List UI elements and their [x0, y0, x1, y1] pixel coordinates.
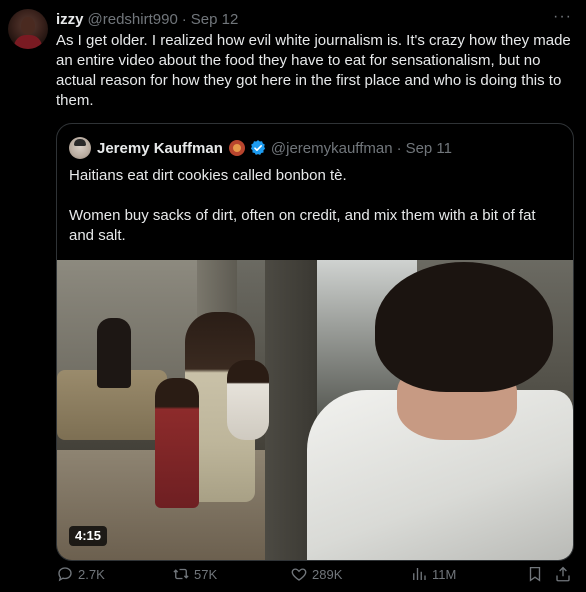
lion-badge-icon	[228, 140, 245, 156]
tweet: izzy @redshirt990 · Sep 12 ··· As I get …	[0, 0, 586, 592]
quoted-paragraph: Women buy sacks of dirt, often on credit…	[69, 207, 536, 244]
verified-badge-icon	[250, 140, 266, 155]
quoted-tweet-date[interactable]: Sep 11	[406, 140, 452, 157]
author-avatar[interactable]	[8, 9, 48, 49]
like-button[interactable]: 289K	[290, 562, 342, 586]
video-scene-background-person	[97, 318, 131, 388]
bookmark-button[interactable]	[526, 562, 548, 586]
separator-dot: ·	[181, 10, 187, 28]
like-count: 289K	[312, 566, 343, 582]
quoted-author-handle[interactable]: @jeremykauffman	[271, 140, 393, 157]
quoted-tweet-header: Jeremy Kauffman @jeremykauffman · Sep 11	[69, 137, 452, 159]
quoted-tweet-text: Haitians eat dirt cookies called bonbon …	[69, 166, 563, 266]
author-handle[interactable]: @redshirt990	[88, 11, 178, 28]
quoted-tweet[interactable]: Jeremy Kauffman @jeremykauffman · Sep 11…	[56, 123, 574, 561]
share-button[interactable]	[554, 562, 576, 586]
video-player[interactable]: 4:15	[57, 260, 573, 560]
video-scene-child	[155, 378, 199, 508]
tweet-text: As I get older. I realized how evil whit…	[56, 32, 571, 109]
quoted-separator-dot: ·	[396, 139, 402, 157]
bookmark-icon	[529, 566, 541, 582]
views-icon	[413, 568, 426, 580]
video-scene-man-hair	[375, 262, 553, 392]
video-duration-badge: 4:15	[69, 526, 108, 546]
quoted-paragraph: Haitians eat dirt cookies called bonbon …	[69, 167, 347, 184]
retweet-icon	[173, 568, 189, 580]
avatar-shirt	[14, 35, 42, 49]
share-icon	[556, 566, 570, 582]
reply-icon	[58, 567, 72, 582]
video-scene-child	[227, 360, 269, 440]
tweet-header: izzy @redshirt990 · Sep 12	[56, 9, 238, 29]
reply-count: 2.7K	[78, 566, 105, 582]
heart-icon	[291, 568, 307, 581]
more-options-icon[interactable]: ···	[553, 8, 572, 26]
quoted-author-avatar[interactable]	[69, 137, 91, 159]
avatar-face	[21, 17, 35, 35]
views-count: 11M	[432, 566, 457, 582]
retweet-button[interactable]: 57K	[172, 562, 217, 586]
reply-button[interactable]: 2.7K	[56, 562, 105, 586]
tweet-date[interactable]: Sep 12	[191, 11, 239, 28]
tweet-actions: 2.7K 57K 289K 11M	[56, 562, 576, 586]
retweet-count: 57K	[194, 566, 218, 582]
views-button[interactable]: 11M	[410, 562, 456, 586]
quoted-author-display-name[interactable]: Jeremy Kauffman	[97, 140, 223, 157]
author-display-name[interactable]: izzy	[56, 11, 84, 28]
